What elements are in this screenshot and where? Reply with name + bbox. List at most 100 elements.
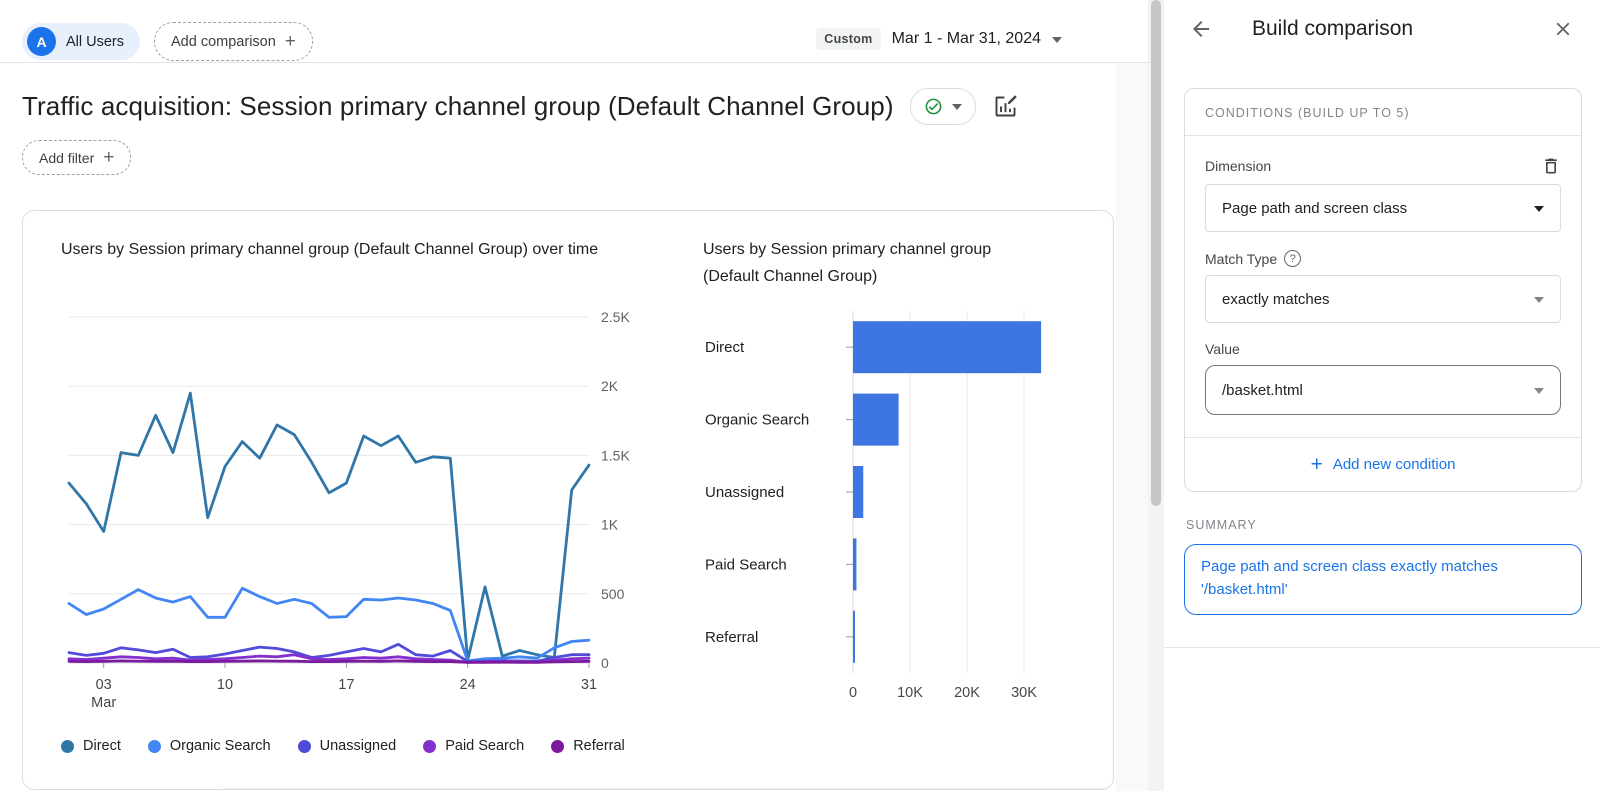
legend-label: Paid Search xyxy=(445,738,524,754)
legend-dot xyxy=(423,740,436,753)
plus-icon: + xyxy=(103,148,114,167)
all-users-chip[interactable]: A All Users xyxy=(22,23,140,60)
add-filter-button[interactable]: Add filter + xyxy=(22,140,131,175)
legend-dot xyxy=(61,740,74,753)
help-icon[interactable]: ? xyxy=(1284,250,1301,267)
report-title-row: Traffic acquisition: Session primary cha… xyxy=(22,88,1019,125)
conditions-header: CONDITIONS (BUILD UP TO 5) xyxy=(1185,89,1581,136)
caret-down-icon xyxy=(1534,388,1544,399)
date-custom-badge: Custom xyxy=(816,28,880,50)
close-button[interactable] xyxy=(1550,16,1576,42)
svg-text:Paid Search: Paid Search xyxy=(705,556,787,573)
legend-item-organic-search: Organic Search xyxy=(148,738,271,754)
svg-text:0: 0 xyxy=(601,655,609,671)
legend-item-referral: Referral xyxy=(551,738,625,754)
summary-chip: Page path and screen class exactly match… xyxy=(1184,544,1582,615)
svg-text:0: 0 xyxy=(849,685,857,701)
close-icon xyxy=(1552,18,1574,40)
panel-header: Build comparison xyxy=(1164,0,1600,58)
caret-down-icon xyxy=(1052,37,1062,48)
legend-item-paid-search: Paid Search xyxy=(423,738,524,754)
add-filter-label: Add filter xyxy=(39,150,94,166)
svg-text:30K: 30K xyxy=(1011,685,1037,701)
line-chart-title: Users by Session primary channel group (… xyxy=(61,237,601,295)
svg-text:2.5K: 2.5K xyxy=(601,309,630,325)
data-quality-badge[interactable] xyxy=(910,88,976,125)
back-button[interactable] xyxy=(1188,16,1214,42)
date-range-selector[interactable]: Custom Mar 1 - Mar 31, 2024 xyxy=(816,28,1062,50)
legend-item-direct: Direct xyxy=(61,738,121,754)
svg-text:500: 500 xyxy=(601,586,625,602)
add-comparison-button[interactable]: Add comparison + xyxy=(154,22,313,61)
value-label: Value xyxy=(1205,341,1240,357)
svg-text:10K: 10K xyxy=(897,685,923,701)
svg-text:20K: 20K xyxy=(954,685,980,701)
line-chart: 0 500 1K 1.5K 2K 2.5K 03 Mar 10 17 24 31 xyxy=(61,305,641,713)
legend-label: Referral xyxy=(573,738,625,754)
match-type-select[interactable]: exactly matches xyxy=(1205,275,1561,323)
dimension-value: Page path and screen class xyxy=(1222,200,1407,217)
all-users-label: All Users xyxy=(66,34,124,50)
panel-bottom-divider xyxy=(1164,647,1600,648)
svg-text:1.5K: 1.5K xyxy=(601,447,630,463)
svg-text:Referral: Referral xyxy=(705,629,758,646)
scrollbar-track[interactable] xyxy=(1148,0,1164,791)
avatar: A xyxy=(27,27,56,56)
bar-chart-title: Users by Session primary channel group (… xyxy=(703,237,1013,295)
date-range-label: Mar 1 - Mar 31, 2024 xyxy=(892,30,1041,48)
legend-label: Direct xyxy=(83,738,121,754)
dimension-select[interactable]: Page path and screen class xyxy=(1205,184,1561,232)
add-new-condition-button[interactable]: + Add new condition xyxy=(1185,437,1581,491)
legend-label: Organic Search xyxy=(170,738,271,754)
table-top-divider xyxy=(223,788,1113,789)
svg-text:Mar: Mar xyxy=(91,695,116,711)
svg-text:31: 31 xyxy=(581,677,597,693)
content-gutter xyxy=(1116,63,1148,791)
conditions-body: Dimension Page path and screen class Mat… xyxy=(1185,136,1581,437)
plus-icon: + xyxy=(1311,453,1323,477)
legend-dot xyxy=(298,740,311,753)
plus-icon: + xyxy=(285,32,296,51)
legend-label: Unassigned xyxy=(320,738,397,754)
svg-text:03: 03 xyxy=(96,677,112,693)
legend-dot xyxy=(551,740,564,753)
svg-text:Unassigned: Unassigned xyxy=(705,484,784,501)
check-circle-icon xyxy=(924,97,943,116)
add-comparison-label: Add comparison xyxy=(171,34,276,50)
summary-header: SUMMARY xyxy=(1186,518,1600,532)
back-arrow-icon xyxy=(1189,17,1213,41)
bar-chart: 0 10K 20K 30K Direct Organic Search Unassigned… xyxy=(703,303,1098,713)
legend-item-unassigned: Unassigned xyxy=(298,738,397,754)
caret-down-icon xyxy=(1534,206,1544,217)
main-report-area: A All Users Add comparison + Custom Mar … xyxy=(0,0,1148,791)
charts-card: Users by Session primary channel group (… xyxy=(22,210,1114,790)
dimension-label: Dimension xyxy=(1205,158,1271,174)
svg-text:17: 17 xyxy=(338,677,354,693)
value-select[interactable]: /basket.html xyxy=(1205,365,1561,415)
line-chart-block: Users by Session primary channel group (… xyxy=(61,237,661,789)
svg-text:1K: 1K xyxy=(601,517,619,533)
chart-legend: Direct Organic Search Unassigned Paid Searc… xyxy=(61,738,661,754)
svg-text:24: 24 xyxy=(460,677,476,693)
legend-dot xyxy=(148,740,161,753)
customize-report-icon[interactable] xyxy=(992,93,1019,120)
match-type-label: Match Type xyxy=(1205,251,1277,267)
match-type-value: exactly matches xyxy=(1222,291,1330,308)
svg-text:Organic Search: Organic Search xyxy=(705,412,809,429)
trash-icon[interactable] xyxy=(1541,156,1561,176)
topbar-divider xyxy=(0,62,1148,63)
bar-chart-block: Users by Session primary channel group (… xyxy=(703,237,1108,789)
panel-title: Build comparison xyxy=(1252,17,1550,41)
caret-down-icon xyxy=(952,104,962,115)
value-text: /basket.html xyxy=(1222,382,1303,399)
page-title: Traffic acquisition: Session primary cha… xyxy=(22,91,894,122)
caret-down-icon xyxy=(1534,297,1544,308)
comparison-chip-row: A All Users Add comparison + xyxy=(22,22,313,61)
build-comparison-panel: Build comparison CONDITIONS (BUILD UP TO… xyxy=(1164,0,1600,791)
scrollbar-thumb[interactable] xyxy=(1151,0,1161,506)
svg-text:Direct: Direct xyxy=(705,339,745,356)
svg-text:10: 10 xyxy=(217,677,233,693)
conditions-card: CONDITIONS (BUILD UP TO 5) Dimension Pag… xyxy=(1184,88,1582,492)
svg-text:2K: 2K xyxy=(601,378,619,394)
add-new-condition-label: Add new condition xyxy=(1333,456,1456,473)
